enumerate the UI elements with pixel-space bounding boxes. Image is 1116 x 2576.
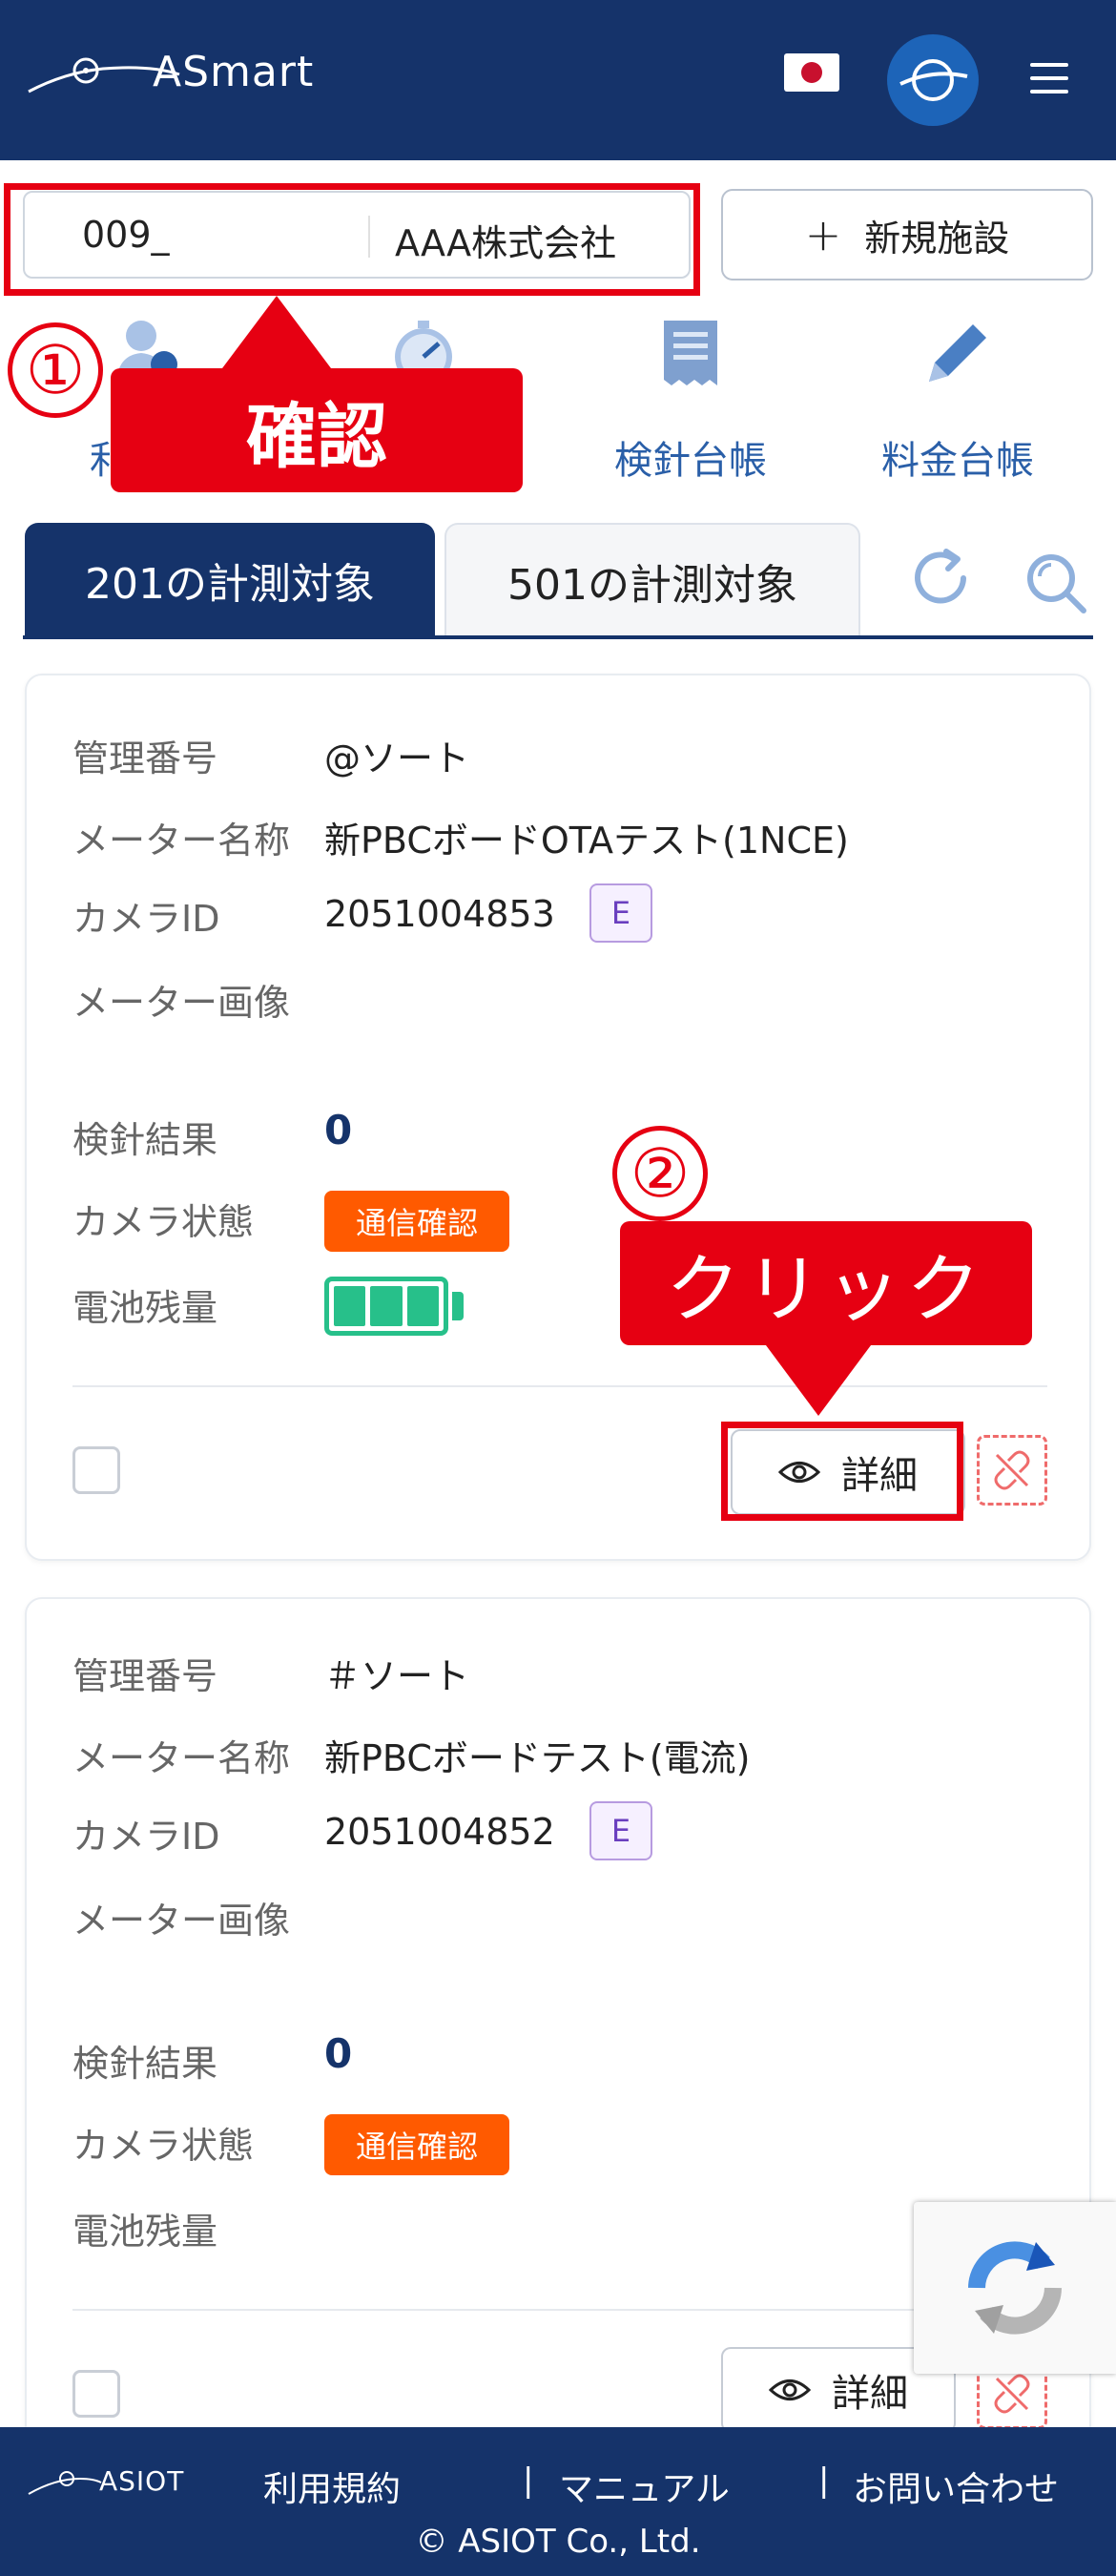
reading-result-value: 0 [324, 1107, 353, 1153]
plus-icon: + [804, 209, 842, 260]
manual-link[interactable]: マニュアル [559, 2462, 730, 2511]
camera-status-badge: 通信確認 [324, 2114, 509, 2175]
card-divider [72, 2309, 1047, 2311]
step2-highlight [721, 1422, 963, 1521]
step1-callout: 確認 [111, 368, 523, 492]
copyright: © ASIOT Co., Ltd. [415, 2523, 701, 2561]
select-checkbox[interactable] [72, 2370, 120, 2418]
app-footer: ASIOT 利用規約 | マニュアル | お問い合わせ © ASIOT Co.,… [0, 2427, 1116, 2576]
camera-id-value: 2051004852 [324, 1811, 555, 1853]
tab-501-targets[interactable]: 501の計測対象 [444, 523, 860, 637]
recaptcha-icon [968, 2241, 1062, 2335]
camera-id-label: カメラID [72, 898, 220, 940]
brand-name[interactable]: ASmart [153, 48, 314, 96]
camera-status-label: カメラ状態 [72, 2125, 255, 2167]
contact-link[interactable]: お問い合わせ [853, 2462, 1059, 2511]
search-icon[interactable] [1023, 550, 1089, 616]
select-checkbox[interactable] [72, 1446, 120, 1494]
reading-result-label: 検針結果 [72, 2043, 218, 2085]
refresh-icon[interactable] [908, 546, 975, 613]
step1-number: ① [8, 322, 103, 418]
camera-id-label: カメラID [72, 1816, 220, 1858]
nav-item-meter-ledger[interactable]: 検針台帳 [595, 315, 786, 487]
terms-link[interactable]: 利用規約 [263, 2462, 401, 2511]
battery-label: 電池残量 [72, 2211, 218, 2253]
management-no-value: @ソート [324, 737, 470, 779]
camera-type-badge: E [589, 1801, 652, 1860]
detail-button-label: 詳細 [832, 2372, 908, 2416]
recaptcha-badge[interactable] [914, 2202, 1116, 2374]
footer-separator: | [818, 2462, 830, 2500]
japan-flag-icon[interactable] [784, 53, 839, 92]
footer-separator: | [523, 2462, 534, 2500]
receipt-icon [664, 321, 717, 385]
management-no-value: ＃ソート [324, 1655, 470, 1697]
battery-label: 電池残量 [72, 1287, 218, 1329]
reading-result-label: 検針結果 [72, 1119, 218, 1161]
camera-type-badge: E [589, 883, 652, 943]
unlink-button[interactable] [977, 1435, 1047, 1506]
pencil-icon [929, 324, 986, 382]
step1-highlight [4, 183, 700, 296]
management-no-label: 管理番号 [72, 737, 218, 779]
footer-brand: ASIOT [99, 2465, 185, 2497]
card-divider [72, 1385, 1047, 1387]
camera-id-value: 2051004853 [324, 893, 555, 935]
camera-status-label: カメラ状態 [72, 1201, 255, 1243]
new-facility-label: 新規施設 [864, 217, 1010, 260]
unlink-icon [994, 2374, 1030, 2414]
management-no-label: 管理番号 [72, 1655, 218, 1697]
hamburger-menu-icon[interactable] [1030, 63, 1068, 95]
camera-status-badge: 通信確認 [324, 1191, 509, 1252]
meter-name-label: メーター名称 [72, 1737, 291, 1779]
tab-underline [23, 635, 1093, 639]
reading-result-value: 0 [324, 2030, 353, 2077]
battery-tip [452, 1292, 464, 1320]
nav-item-fee-ledger[interactable]: 料金台帳 [862, 315, 1053, 487]
meter-name-value: 新PBCボードテスト(電流) [324, 1737, 751, 1779]
app-header: ASmart [0, 0, 1116, 160]
tab-201-targets[interactable]: 201の計測対象 [25, 523, 435, 637]
avatar-logo-icon [899, 59, 968, 101]
eye-icon [769, 2379, 811, 2400]
step2-callout: クリック [620, 1221, 1032, 1345]
callout2-arrow [763, 1341, 874, 1416]
meter-image-label: メーター画像 [72, 1900, 291, 1942]
user-avatar[interactable] [887, 34, 979, 126]
nav-label-meter-ledger: 検針台帳 [614, 439, 767, 483]
step2-number: ② [612, 1126, 708, 1221]
callout1-arrow [219, 296, 334, 372]
unlink-icon [994, 1450, 1030, 1490]
new-facility-button[interactable]: + 新規施設 [721, 189, 1093, 280]
meter-name-label: メーター名称 [72, 820, 291, 862]
nav-label-fee-ledger: 料金台帳 [881, 439, 1034, 483]
battery-icon [324, 1277, 448, 1336]
meter-name-value: 新PBCボードOTAテスト(1NCE) [324, 820, 849, 862]
meter-image-label: メーター画像 [72, 982, 291, 1024]
